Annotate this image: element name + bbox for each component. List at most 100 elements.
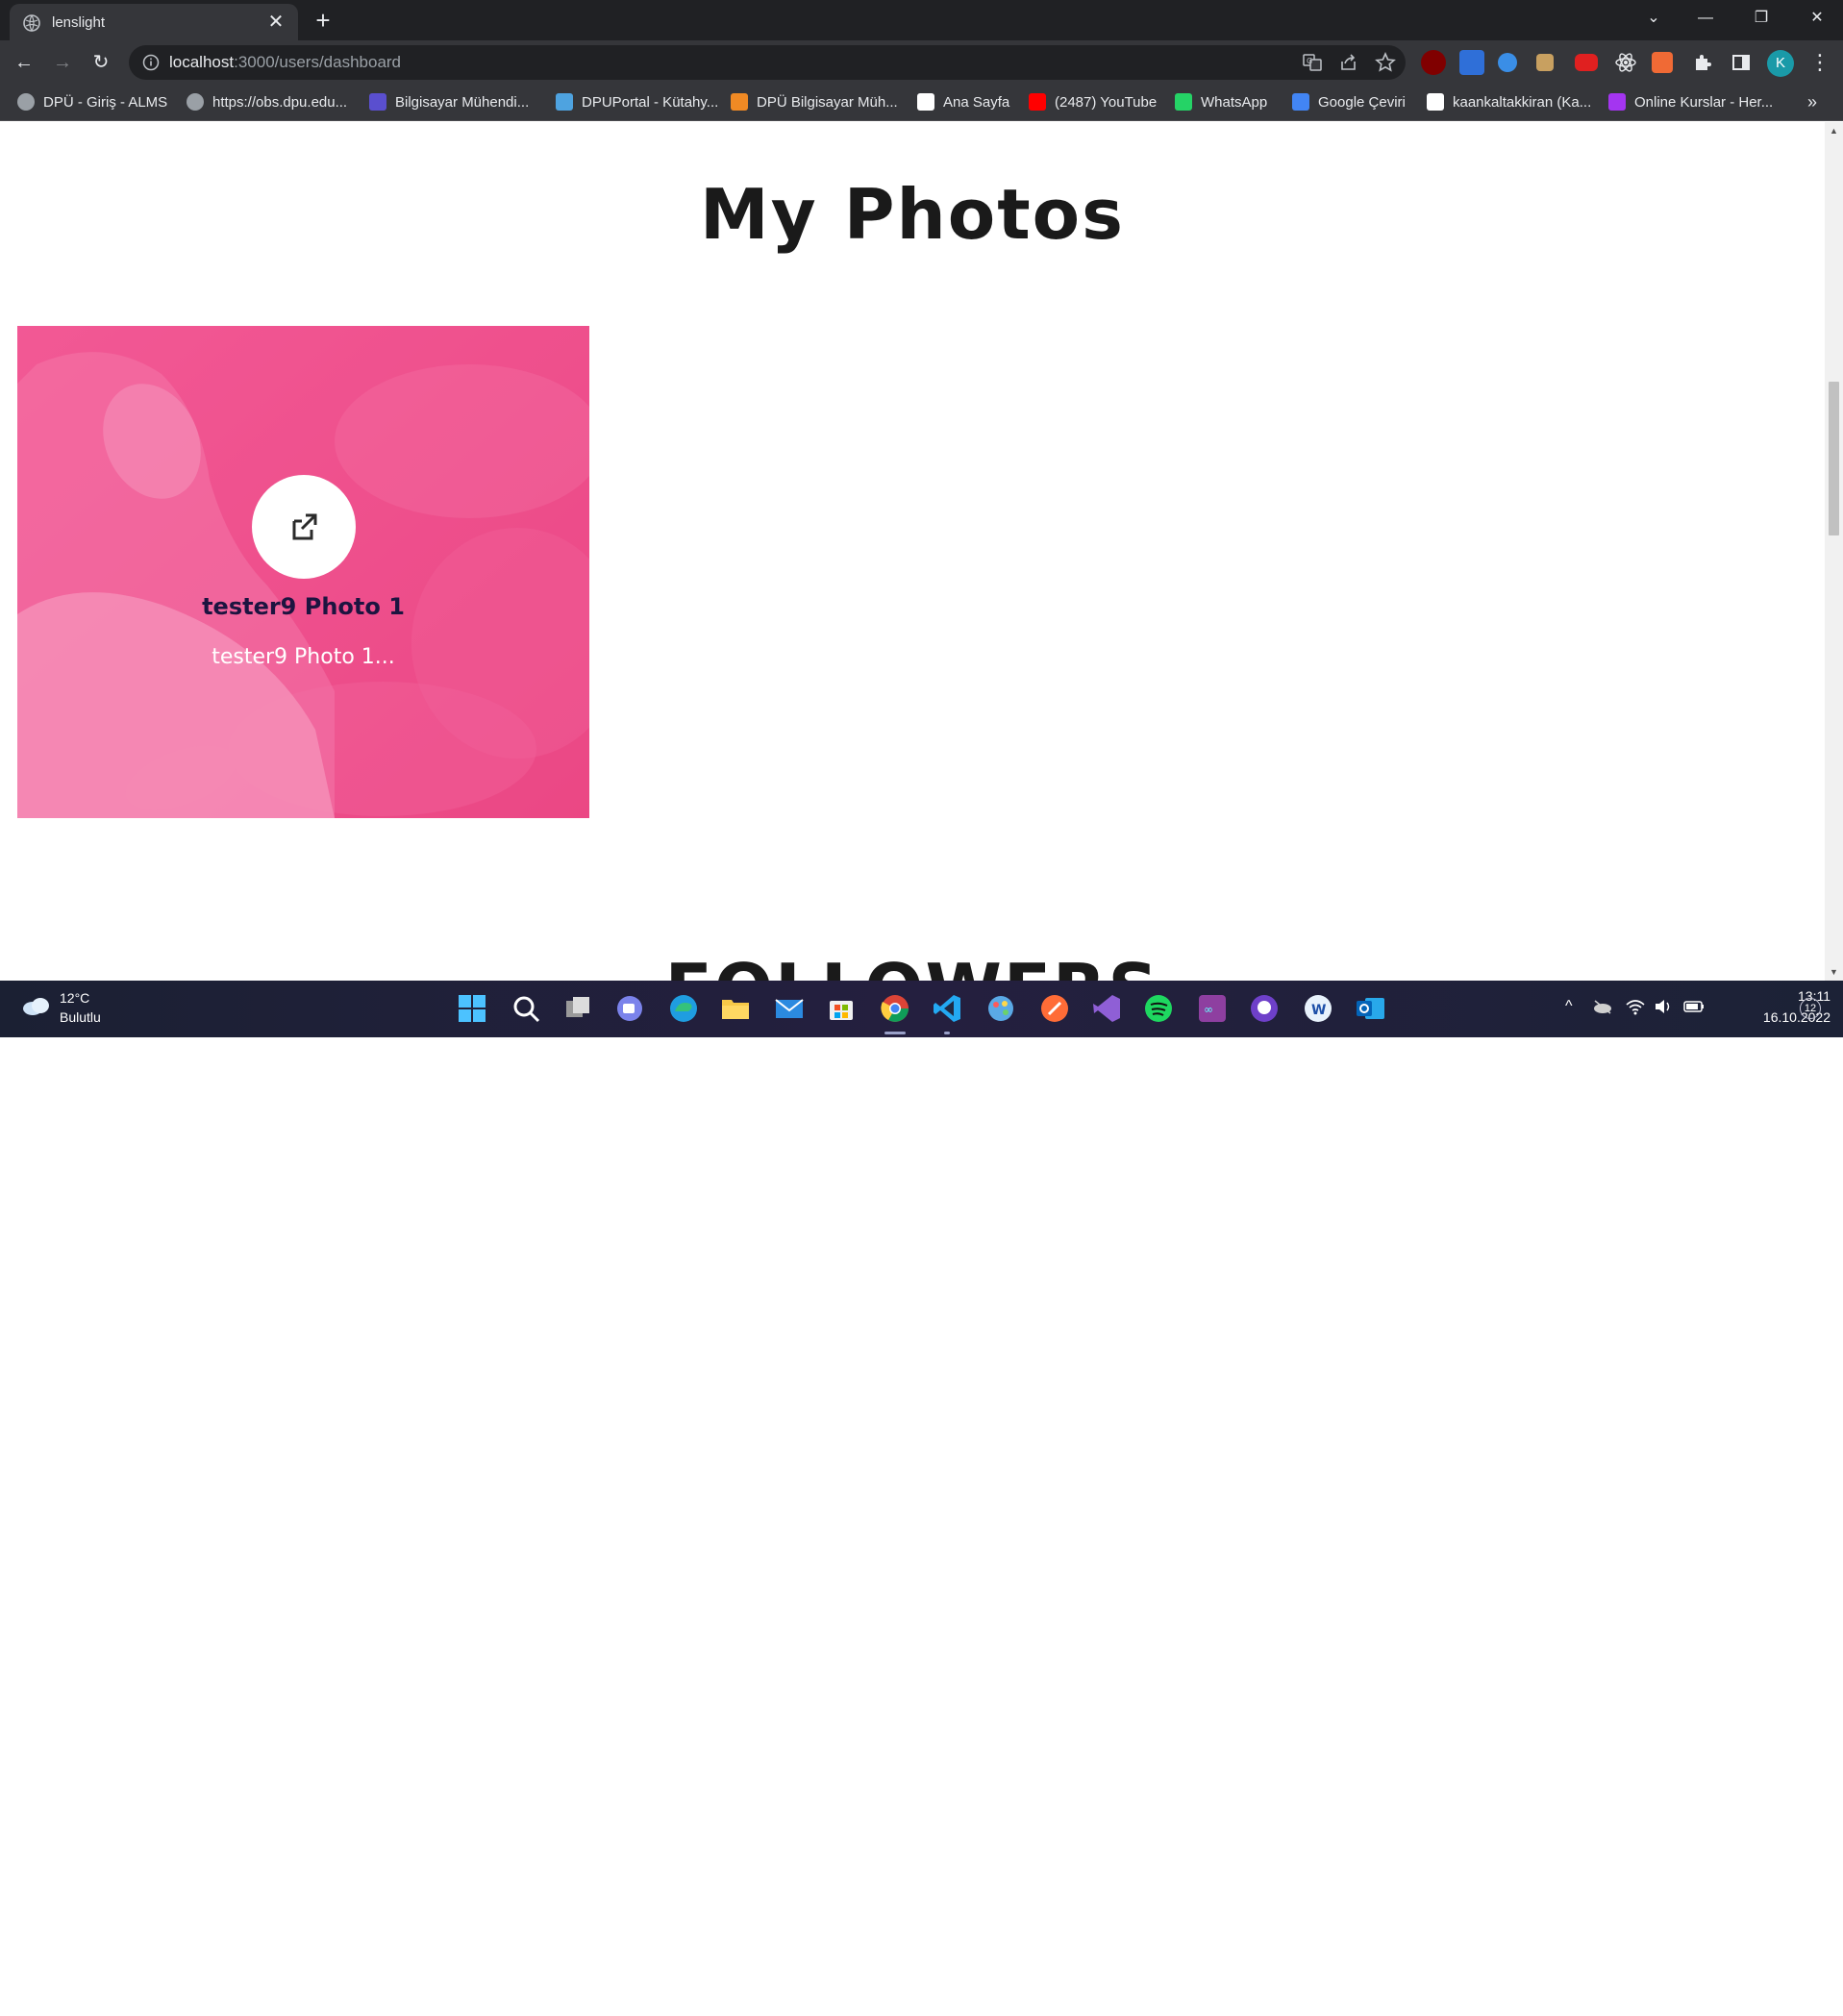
close-window-button[interactable]: ✕ [1798,4,1836,33]
minimize-button[interactable]: — [1686,4,1725,33]
globe-icon [187,93,204,111]
paint-icon[interactable] [984,992,1017,1025]
tab-search-icon[interactable]: ⌄ [1634,4,1673,33]
bookmark-item[interactable]: DPUPortal - Kütahy... [556,92,718,113]
dpu-logo-icon [369,93,386,111]
wordpad-icon[interactable]: W [1302,992,1334,1025]
github-desktop-icon[interactable] [1248,992,1281,1025]
side-panel-icon[interactable] [1729,50,1754,75]
bookmark-star-icon[interactable] [1375,52,1396,73]
bookmark-item[interactable]: (2487) YouTube [1029,92,1157,113]
scrollbar-thumb[interactable] [1829,382,1839,535]
vscode-icon[interactable] [931,992,963,1025]
bookmark-label: DPUPortal - Kütahy... [582,94,719,111]
browser-toolbar: ← → ↻ localhost:3000/users/dashboard G K… [0,40,1843,85]
bookmark-label: https://obs.dpu.edu... [212,94,348,111]
tray-overflow-icon[interactable]: ^ [1565,998,1573,1015]
bookmark-label: (2487) YouTube [1055,94,1158,111]
battery-icon[interactable] [1682,998,1706,1015]
photo-card[interactable]: tester9 Photo 1 tester9 Photo 1... [17,326,589,818]
weather-condition[interactable]: Bulutlu [60,1009,101,1025]
svg-text:W: W [1311,1003,1326,1018]
restore-button[interactable]: ❐ [1742,4,1781,33]
extension-7-icon[interactable] [1652,52,1673,73]
ublock-icon[interactable] [1421,50,1446,75]
chrome-icon[interactable] [879,992,911,1025]
open-photo-button[interactable] [252,475,356,579]
file-explorer-icon[interactable] [719,992,752,1025]
forward-arrow-icon[interactable]: → [48,48,77,77]
search-icon[interactable] [510,992,542,1025]
outlook-icon[interactable] [1354,992,1386,1025]
extension-4-icon[interactable] [1536,54,1554,71]
react-devtools-icon[interactable] [1613,50,1638,75]
task-view-icon[interactable] [561,992,594,1025]
bookmark-item[interactable]: Ana Sayfa [917,92,1009,113]
clock-time[interactable]: 13:11 [1757,988,1831,1004]
browser-tab[interactable]: lenslight ✕ [10,4,298,40]
bookmark-item[interactable]: Google Çeviri [1292,92,1406,113]
google-translate-icon [1292,93,1309,111]
bookmark-label: WhatsApp [1201,94,1268,111]
arduino-icon[interactable]: ∞ [1196,992,1229,1025]
github-icon [1427,93,1444,111]
weather-temperature[interactable]: 12°C [60,990,89,1006]
extension-2-icon[interactable] [1459,50,1484,75]
external-link-icon [292,513,317,540]
youtube-icon [1029,93,1046,111]
bookmark-item[interactable]: Online Kurslar - Her... [1608,92,1773,113]
volume-icon[interactable] [1654,998,1673,1015]
active-app-highlight [869,1962,921,2016]
microsoft-store-icon[interactable] [825,992,858,1025]
chrome-active-indicator [884,1032,906,1034]
bookmark-item[interactable]: kaankaltakkiran (Ka... [1427,92,1591,113]
bookmark-item[interactable]: Bilgisayar Mühendi... [369,92,529,113]
visual-studio-icon[interactable] [1090,992,1123,1025]
url-text[interactable]: localhost:3000/users/dashboard [169,53,401,72]
notification-badge[interactable]: 12 [1800,998,1821,1019]
bookmark-item[interactable]: DPÜ - Giriş - ALMS [17,92,167,113]
postman-icon[interactable] [1038,992,1071,1025]
scroll-up-icon[interactable]: ▲ [1829,126,1839,136]
bookmark-label: Google Çeviri [1318,94,1406,111]
back-arrow-icon[interactable]: ← [10,48,38,77]
info-icon[interactable] [142,54,160,71]
share-icon[interactable] [1338,52,1359,73]
tab-close-icon[interactable]: ✕ [265,12,286,33]
bookmarks-bar: » DPÜ - Giriş - ALMS https://obs.dpu.edu.… [0,85,1843,121]
globe-icon [23,14,40,32]
extension-5-icon[interactable] [1575,54,1598,71]
chrome-menu-icon[interactable]: ⋮ [1809,50,1831,77]
start-windows-icon[interactable] [456,992,488,1025]
tab-title: lenslight [52,14,106,31]
edge-icon[interactable] [667,992,700,1025]
cloud-icon[interactable] [21,994,52,1017]
photo-description: tester9 Photo 1... [212,645,395,669]
translate-icon[interactable]: G [1302,52,1323,73]
spotify-icon[interactable] [1142,992,1175,1025]
more-bookmarks-icon[interactable]: » [1807,92,1817,112]
btk-icon [917,93,934,111]
onedrive-icon[interactable] [1592,998,1613,1015]
reload-icon[interactable]: ↻ [87,48,115,77]
new-tab-button[interactable]: + [310,8,336,35]
bookmark-label: DPÜ - Giriş - ALMS [43,94,168,111]
bookmark-item[interactable]: https://obs.dpu.edu... [187,92,347,113]
scroll-down-icon[interactable]: ▼ [1829,967,1839,977]
bookmark-label: Ana Sayfa [943,94,1010,111]
bookmark-item[interactable]: DPÜ Bilgisayar Müh... [731,92,898,113]
extensions-puzzle-icon[interactable] [1690,50,1715,75]
profile-avatar[interactable]: K [1767,50,1794,77]
photo-name: tester9 Photo 1 [202,593,405,620]
mail-icon[interactable] [773,992,806,1025]
bookmark-label: Bilgisayar Mühendi... [395,94,530,111]
question-icon [556,93,573,111]
page-scrollbar[interactable]: ▲ ▼ [1825,122,1843,981]
address-bar[interactable]: localhost:3000/users/dashboard G [129,45,1406,80]
teams-chat-icon[interactable] [613,992,646,1025]
bookmark-label: DPÜ Bilgisayar Müh... [757,94,898,111]
bookmark-label: kaankaltakkiran (Ka... [1453,94,1592,111]
bookmark-item[interactable]: WhatsApp [1175,92,1267,113]
wifi-icon[interactable] [1625,998,1646,1015]
extension-3-icon[interactable] [1498,53,1517,72]
